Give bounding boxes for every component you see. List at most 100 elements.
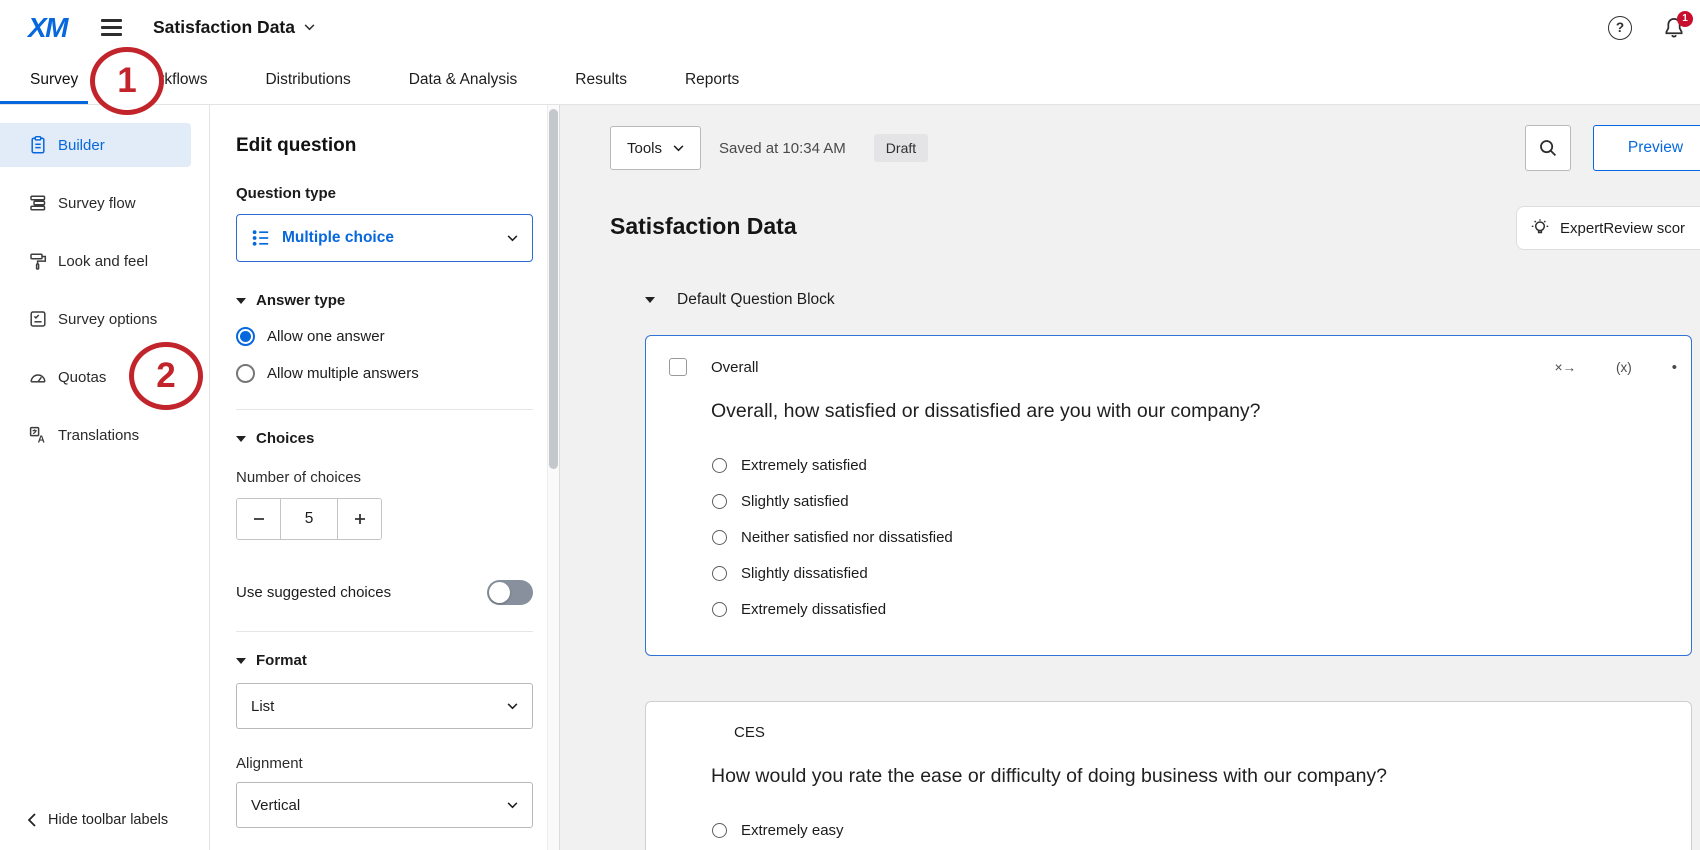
tab-survey[interactable]: Survey (30, 71, 78, 89)
answer-option[interactable]: Extremely easy (712, 812, 1691, 848)
edit-question-title: Edit question (236, 135, 519, 157)
use-suggested-choices-label: Use suggested choices (236, 584, 391, 601)
annotation-circle-2: 2 (129, 342, 203, 410)
radio-icon (712, 494, 727, 509)
plus-icon (353, 512, 367, 526)
question-id-label[interactable]: Overall (711, 359, 759, 376)
survey-canvas: Tools Saved at 10:34 AM Draft Preview Sa… (560, 105, 1700, 850)
answer-type-section-header[interactable]: Answer type (236, 292, 519, 309)
project-title: Satisfaction Data (153, 17, 295, 38)
answer-option[interactable]: Slightly satisfied (712, 483, 1691, 519)
choices-section-header[interactable]: Choices (236, 430, 519, 447)
panel-scrollbar-track (547, 105, 559, 850)
question-checkbox[interactable] (669, 358, 687, 376)
radio-icon (712, 566, 727, 581)
paint-roller-icon (28, 251, 48, 271)
tab-distributions[interactable]: Distributions (265, 71, 350, 89)
annotation-number: 1 (117, 61, 136, 101)
panel-scrollbar-thumb[interactable] (549, 109, 558, 469)
sidebar-item-label: Builder (58, 137, 105, 154)
question-actions: ×→ (x) • (1555, 359, 1677, 376)
question-type-value: Multiple choice (282, 229, 394, 247)
allow-multiple-answers-option[interactable]: Allow multiple answers (236, 364, 519, 383)
notifications-button[interactable]: 1 (1662, 16, 1686, 40)
alignment-label: Alignment (236, 755, 519, 772)
format-select[interactable]: List (236, 683, 533, 729)
sidebar-item-survey-flow[interactable]: Survey flow (0, 181, 191, 225)
radio-icon (712, 823, 727, 838)
builder-icon (28, 135, 48, 155)
number-of-choices-stepper: 5 (236, 498, 382, 540)
choices-label: Choices (256, 430, 314, 447)
answer-option-label: Extremely easy (741, 822, 844, 839)
canvas-toolbar-right: Preview (1525, 125, 1700, 171)
tools-button[interactable]: Tools (610, 126, 701, 170)
more-options-icon[interactable]: • (1672, 359, 1677, 376)
menu-icon[interactable] (101, 19, 125, 35)
alignment-select[interactable]: Vertical (236, 782, 533, 828)
radio-unselected-icon (236, 364, 255, 383)
sidebar-item-label: Survey options (58, 311, 157, 328)
answer-option-label: Slightly dissatisfied (741, 565, 868, 582)
chevron-down-icon (673, 145, 684, 152)
question-header: Overall ×→ (x) • (646, 336, 1691, 376)
annotation-number: 2 (156, 356, 175, 396)
format-label: Format (256, 652, 307, 669)
answer-option-label: Slightly satisfied (741, 493, 849, 510)
answer-option[interactable]: Extremely satisfied (712, 447, 1691, 483)
choices-count-value[interactable]: 5 (281, 499, 337, 539)
project-title-dropdown[interactable]: Satisfaction Data (153, 17, 315, 38)
question-card-ces[interactable]: CES How would you rate the ease or diffi… (645, 701, 1692, 850)
block-collapse-icon[interactable] (645, 297, 655, 303)
multiple-choice-icon (251, 228, 271, 248)
sidebar-item-label: Quotas (58, 369, 106, 386)
suggested-choices-toggle[interactable] (487, 580, 533, 605)
preview-button[interactable]: Preview (1593, 125, 1700, 171)
tab-data-analysis[interactable]: Data & Analysis (409, 71, 518, 89)
question-text[interactable]: Overall, how satisfied or dissatisfied a… (711, 400, 1671, 423)
canvas-toolbar: Tools Saved at 10:34 AM Draft Preview (610, 125, 1700, 171)
status-badge: Draft (874, 134, 928, 162)
topbar-actions: ? 1 (1608, 16, 1700, 40)
sidebar-item-look-and-feel[interactable]: Look and feel (0, 239, 191, 283)
tab-results[interactable]: Results (575, 71, 627, 89)
answer-option[interactable]: Slightly dissatisfied (712, 555, 1691, 591)
expert-review-score[interactable]: ExpertReview scor (1516, 206, 1700, 250)
survey-toolbar-sidebar: Builder Survey flow Look and feel Survey… (0, 105, 210, 850)
answer-option[interactable]: Extremely dissatisfied (712, 591, 1691, 627)
question-text[interactable]: How would you rate the ease or difficult… (711, 765, 1671, 788)
question-card-overall[interactable]: Overall ×→ (x) • Overall, how satisfied … (645, 335, 1692, 656)
autosave-status: Saved at 10:34 AM (719, 140, 846, 157)
hide-toolbar-labels-button[interactable]: Hide toolbar labels (28, 812, 168, 828)
chevron-left-icon (28, 813, 36, 827)
question-type-select[interactable]: Multiple choice (236, 214, 533, 262)
sidebar-item-translations[interactable]: A Translations (0, 413, 191, 457)
increment-button[interactable] (337, 499, 381, 539)
answer-option-label: Extremely satisfied (741, 457, 867, 474)
search-button[interactable] (1525, 125, 1571, 171)
question-id-label[interactable]: CES (734, 724, 765, 741)
search-icon (1538, 138, 1558, 158)
expert-review-label: ExpertReview scor (1560, 220, 1685, 237)
help-icon[interactable]: ? (1608, 16, 1632, 40)
decrement-button[interactable] (237, 499, 281, 539)
survey-flow-icon (28, 193, 48, 213)
sidebar-item-label: Look and feel (58, 253, 148, 270)
sidebar-item-builder[interactable]: Builder (0, 123, 191, 167)
allow-one-answer-option[interactable]: Allow one answer (236, 327, 519, 346)
tab-reports[interactable]: Reports (685, 71, 739, 89)
skip-logic-icon[interactable]: ×→ (1555, 360, 1576, 375)
radio-selected-icon (236, 327, 255, 346)
format-section-header[interactable]: Format (236, 652, 519, 669)
radio-icon (712, 530, 727, 545)
chevron-down-icon (507, 703, 518, 710)
xm-logo[interactable]: XM (28, 12, 67, 44)
number-of-choices-label: Number of choices (236, 469, 519, 486)
sidebar-item-label: Survey flow (58, 195, 136, 212)
main-tabs: Survey Workflows Distributions Data & An… (0, 55, 1700, 105)
sidebar-item-survey-options[interactable]: Survey options (0, 297, 191, 341)
answer-option[interactable]: Neither satisfied nor dissatisfied (712, 519, 1691, 555)
answer-options: Extremely easy (712, 812, 1691, 850)
lightbulb-icon (1530, 218, 1550, 238)
exclude-variable-icon[interactable]: (x) (1616, 360, 1632, 375)
